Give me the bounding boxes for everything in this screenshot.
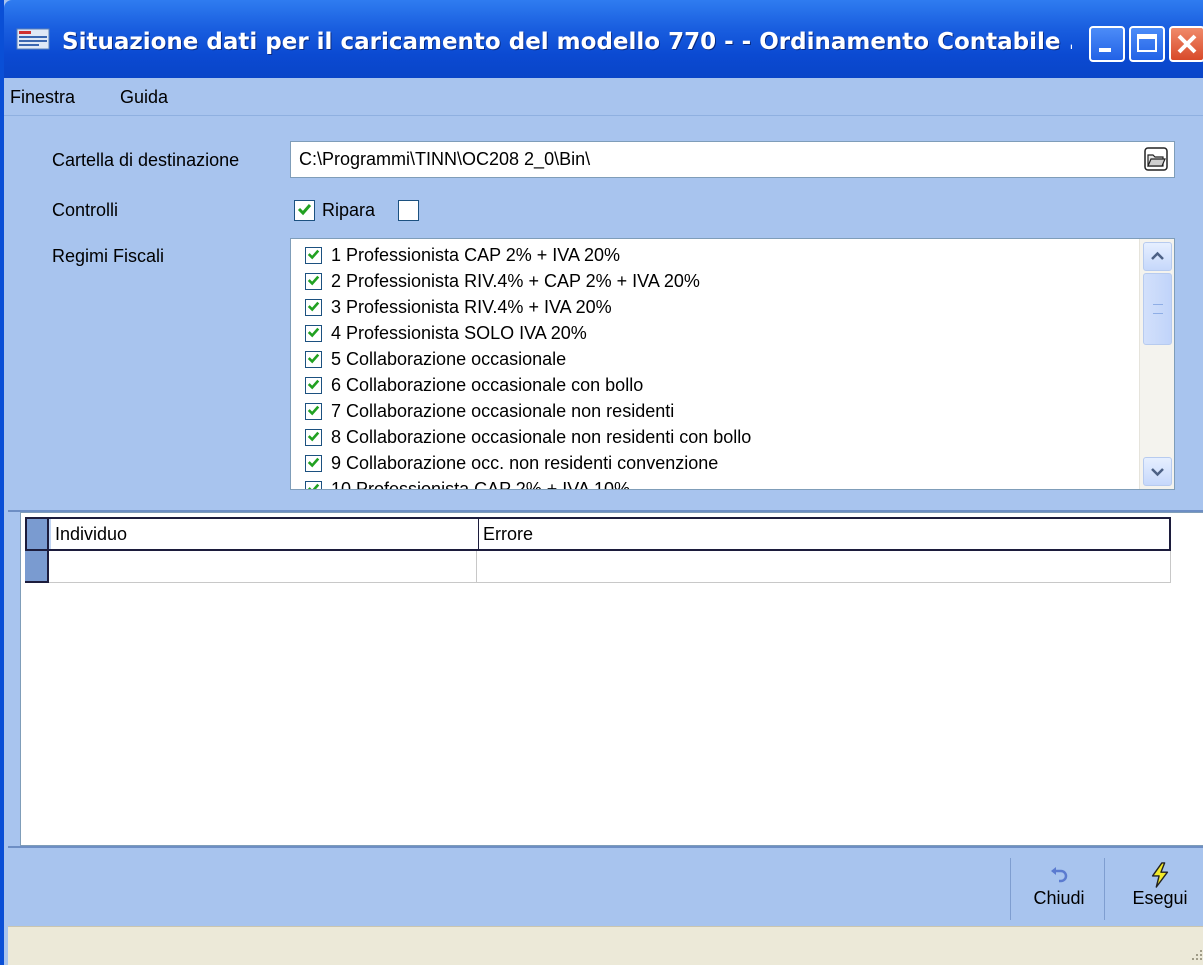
check-icon xyxy=(307,483,320,489)
regime-label: 4 Professionista SOLO IVA 20% xyxy=(331,323,587,343)
regimi-fiscali-list[interactable]: 1 Professionista CAP 2% + IVA 20% 2 Profe… xyxy=(290,238,1175,490)
chiudi-label: Chiudi xyxy=(1033,888,1085,908)
title-bar[interactable]: Situazione dati per il caricamento del m… xyxy=(4,0,1203,78)
minimize-icon xyxy=(1099,48,1111,52)
window-title: Situazione dati per il caricamento del m… xyxy=(62,29,1072,55)
regimi-label: Regimi Fiscali xyxy=(52,246,165,266)
grid-corner[interactable] xyxy=(27,519,49,549)
regime-checkbox[interactable] xyxy=(305,273,322,290)
cell-individuo[interactable] xyxy=(49,551,477,583)
row-selector[interactable] xyxy=(25,551,49,583)
destination-folder-input[interactable]: C:\Programmi\TINN\OC208 2_0\Bin\ xyxy=(290,141,1175,178)
scroll-down-button[interactable] xyxy=(1143,457,1172,486)
maximize-icon xyxy=(1137,34,1157,52)
regime-label: 2 Professionista RIV.4% + CAP 2% + IVA 2… xyxy=(331,271,700,291)
controlli-label: Controlli xyxy=(52,200,119,220)
menu-finestra[interactable]: Finestra xyxy=(10,87,75,108)
regime-checkbox[interactable] xyxy=(305,325,322,342)
status-bar xyxy=(8,926,1203,965)
menu-bar: Finestra Guida xyxy=(4,78,1203,116)
regime-checkbox[interactable] xyxy=(305,299,322,316)
undo-arrow-icon xyxy=(1051,867,1068,883)
regime-label: 7 Collaborazione occasionale non residen… xyxy=(331,401,675,421)
scroll-grip xyxy=(1153,304,1163,314)
extra-checkbox[interactable] xyxy=(398,200,419,221)
bottom-toolbar: Chiudi Esegui xyxy=(8,846,1203,926)
toolbar-separator xyxy=(1010,858,1011,920)
regime-label: 3 Professionista RIV.4% + IVA 20% xyxy=(331,297,612,317)
esegui-button[interactable]: Esegui xyxy=(1120,862,1200,922)
regime-checkbox[interactable] xyxy=(305,481,322,489)
cell-errore[interactable] xyxy=(477,551,1171,583)
results-grid[interactable]: Individuo Errore xyxy=(20,512,1203,846)
check-icon xyxy=(307,431,320,442)
folder-open-icon[interactable] xyxy=(1144,147,1168,171)
check-icon xyxy=(307,275,320,286)
regime-label: 9 Collaborazione occ. non residenti conv… xyxy=(331,453,719,473)
scroll-thumb[interactable] xyxy=(1143,273,1172,345)
regime-checkbox[interactable] xyxy=(305,429,322,446)
main-window: Situazione dati per il caricamento del m… xyxy=(0,0,1203,965)
esegui-label: Esegui xyxy=(1132,888,1188,908)
close-icon xyxy=(1177,34,1197,54)
regime-checkbox[interactable] xyxy=(305,403,322,420)
check-icon xyxy=(297,204,312,216)
cartella-label: Cartella di destinazione xyxy=(52,150,240,170)
lightning-icon xyxy=(1151,862,1169,888)
regime-label: 6 Collaborazione occasionale con bollo xyxy=(331,375,644,395)
close-button[interactable] xyxy=(1169,26,1203,62)
grid-header: Individuo Errore xyxy=(25,517,1171,551)
resize-grip-icon[interactable] xyxy=(1189,947,1203,961)
column-header-errore[interactable]: Errore xyxy=(479,519,1169,549)
check-icon xyxy=(307,379,320,390)
regime-checkbox[interactable] xyxy=(305,351,322,368)
regime-checkbox[interactable] xyxy=(305,247,322,264)
regimi-list-items: 1 Professionista CAP 2% + IVA 20% 2 Profe… xyxy=(291,239,1141,489)
table-row[interactable] xyxy=(25,551,1171,583)
scroll-up-button[interactable] xyxy=(1143,242,1172,271)
chiudi-button[interactable]: Chiudi xyxy=(1024,862,1094,922)
check-icon xyxy=(307,327,320,338)
maximize-button[interactable] xyxy=(1129,26,1165,62)
regime-label: 5 Collaborazione occasionale xyxy=(331,349,567,369)
chevron-down-icon xyxy=(1151,468,1164,477)
regime-label: 10 Professionista CAP 2% + IVA 10% xyxy=(331,479,631,489)
check-icon xyxy=(307,301,320,312)
check-icon xyxy=(307,405,320,416)
regime-checkbox[interactable] xyxy=(305,377,322,394)
app-icon xyxy=(16,28,50,50)
ripara-label: Ripara xyxy=(322,200,376,220)
regime-checkbox[interactable] xyxy=(305,455,322,472)
check-icon xyxy=(307,457,320,468)
column-header-individuo[interactable]: Individuo xyxy=(51,519,479,549)
chevron-up-icon xyxy=(1151,251,1164,260)
ripara-checkbox[interactable] xyxy=(294,200,315,221)
menu-guida[interactable]: Guida xyxy=(120,87,168,108)
minimize-button[interactable] xyxy=(1089,26,1125,62)
list-scrollbar[interactable] xyxy=(1139,239,1174,489)
regime-label: 8 Collaborazione occasionale non residen… xyxy=(331,427,752,447)
check-icon xyxy=(307,249,320,260)
toolbar-separator xyxy=(1104,858,1105,920)
check-icon xyxy=(307,353,320,364)
regime-label: 1 Professionista CAP 2% + IVA 20% xyxy=(331,245,620,265)
